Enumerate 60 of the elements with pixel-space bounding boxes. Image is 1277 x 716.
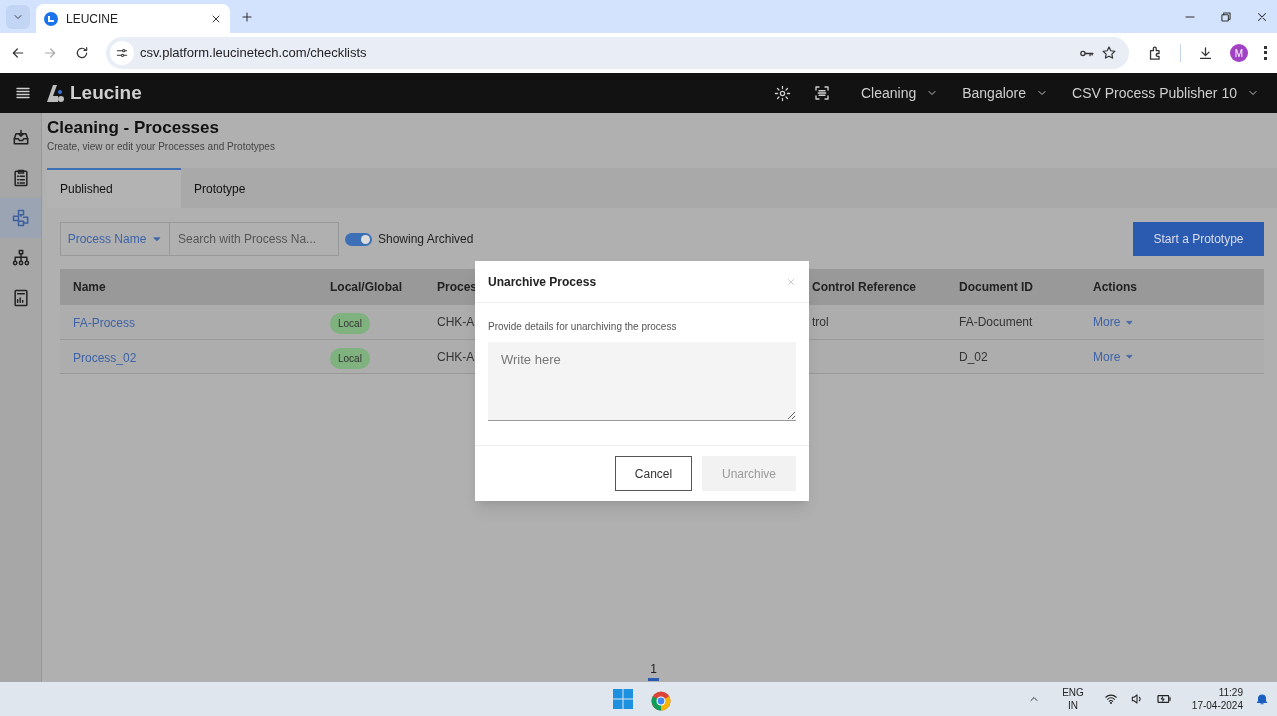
windows-start-icon[interactable]	[613, 689, 633, 709]
volume-icon[interactable]	[1129, 692, 1144, 706]
menu-icon[interactable]	[1264, 46, 1267, 60]
bell-icon[interactable]	[1255, 692, 1269, 706]
address-bar[interactable]: csv.platform.leucinetech.com/checklists	[106, 37, 1129, 69]
region-label[interactable]: IN	[1068, 699, 1078, 712]
header-dropdown[interactable]: Cleaning	[852, 82, 947, 104]
page-title: Cleaning - Processes	[47, 118, 220, 138]
plus-icon[interactable]	[240, 10, 254, 24]
caret-down-icon	[152, 234, 163, 244]
brand-name: Leucine	[70, 80, 142, 105]
logo-icon	[44, 82, 66, 104]
column-header: Control Reference	[812, 279, 917, 296]
details-field[interactable]: Write here	[488, 342, 796, 421]
star-icon[interactable]	[1101, 45, 1117, 61]
clock-date[interactable]: 17-04-2024	[1191, 699, 1243, 712]
column-header: Proces	[437, 279, 478, 296]
table-cell-text: CHK-A	[437, 348, 475, 366]
scope-badge: Local	[330, 313, 370, 334]
clock-time[interactable]: 11:29	[1218, 686, 1243, 699]
restore-icon[interactable]	[1219, 10, 1233, 24]
back-icon[interactable]	[10, 45, 26, 61]
header-dropdown[interactable]: Bangalore	[954, 82, 1057, 104]
wifi-icon[interactable]	[1103, 692, 1118, 706]
column-header: Actions	[1093, 279, 1137, 296]
url-text: csv.platform.leucinetech.com/checklists	[140, 44, 368, 63]
hierarchy-icon	[10, 248, 31, 268]
table-cell-text: CHK-A	[437, 314, 475, 331]
tab-title: LEUCINE	[66, 10, 119, 28]
header-dropdown[interactable]: CSV Process Publisher 10	[1064, 82, 1267, 104]
flowchart-icon	[10, 208, 31, 228]
start-prototype-button[interactable]: Start a Prototype	[1133, 222, 1264, 256]
favicon-icon	[44, 11, 58, 26]
column-header: Local/Global	[330, 279, 402, 296]
tab[interactable]: Prototype	[181, 168, 315, 208]
page-subtitle: Create, view or edit your Processes and Prototypes	[47, 140, 276, 154]
language-label[interactable]: ENG	[1062, 686, 1084, 699]
toggle-label: Showing Archived	[378, 231, 474, 248]
table-cell-text: trol	[812, 314, 829, 331]
modal-prompt: Provide details for unarchiving the process	[488, 320, 678, 334]
reload-icon[interactable]	[74, 45, 90, 61]
modal-title: Unarchive Process	[488, 273, 598, 291]
browser-tab[interactable]: LEUCINE	[36, 4, 230, 33]
scan-icon[interactable]	[812, 84, 831, 102]
close-icon[interactable]	[1255, 10, 1269, 24]
archived-toggle[interactable]	[345, 232, 372, 246]
browser-taskbar-icon[interactable]	[651, 691, 671, 711]
table-cell-text: D_02	[959, 348, 988, 366]
table-cell-text: FA-Document	[959, 314, 1033, 331]
profile-avatar[interactable]: M	[1230, 44, 1248, 62]
column-header: Document ID	[959, 279, 1033, 296]
scope-badge: Local	[330, 347, 370, 369]
search-field[interactable]: Search with Process Na...	[170, 222, 339, 256]
cancel-button[interactable]: Cancel	[615, 456, 692, 491]
settings-icon[interactable]	[773, 84, 791, 102]
column-header: Name	[73, 279, 106, 296]
caret-down-icon	[1125, 352, 1135, 361]
download-icon[interactable]	[1197, 44, 1214, 62]
tab[interactable]: Published	[47, 168, 181, 208]
site-settings-icon[interactable]	[115, 46, 129, 60]
